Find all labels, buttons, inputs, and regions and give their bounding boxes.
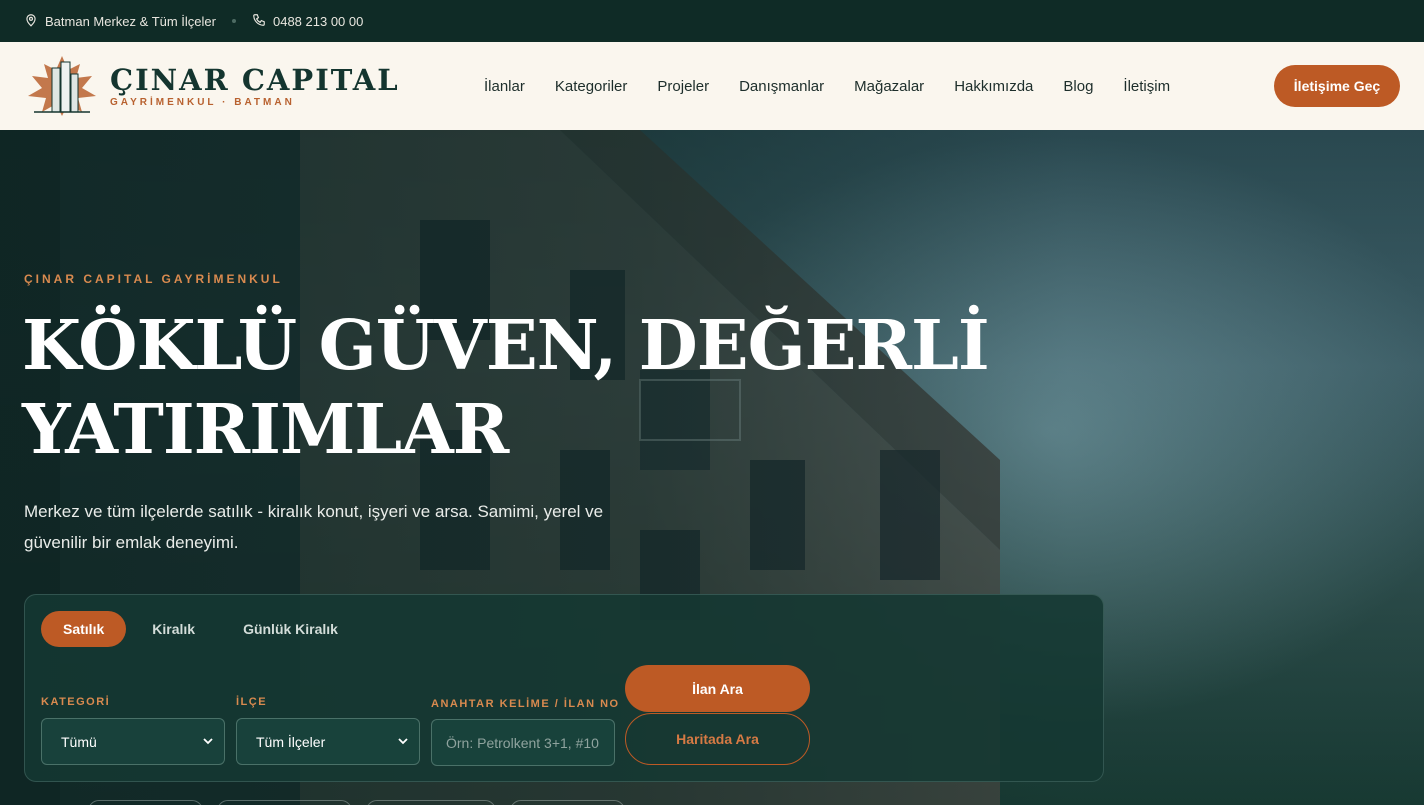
separator-dot bbox=[231, 19, 236, 23]
quick-filter-chips bbox=[88, 800, 625, 805]
hero-headline-line2: YATIRIMLAR bbox=[22, 390, 509, 470]
location-text: Batman Merkez & Tüm İlçeler bbox=[45, 13, 216, 29]
tab-gunluk-kiralik[interactable]: Günlük Kiralık bbox=[221, 611, 360, 647]
hero-lead: Merkez ve tüm ilçelerde satılık - kiralı… bbox=[24, 502, 604, 552]
nav-danismanlar[interactable]: Danışmanlar bbox=[739, 78, 824, 95]
site-header: ÇINAR CAPITAL GAYRİMENKUL · BATMAN İlanl… bbox=[0, 42, 1424, 130]
top-info-bar: Batman Merkez & Tüm İlçeler 0488 213 00 … bbox=[0, 0, 1424, 42]
listing-type-tabs: Satılık Kiralık Günlük Kiralık bbox=[41, 611, 364, 647]
nav-magazalar[interactable]: Mağazalar bbox=[854, 78, 924, 95]
brand-tagline: GAYRİMENKUL · BATMAN bbox=[110, 97, 295, 108]
keyword-label: ANAHTAR KELİME / İLAN NO bbox=[431, 698, 620, 710]
category-label: KATEGORİ bbox=[41, 696, 111, 708]
nav-projeler[interactable]: Projeler bbox=[657, 78, 709, 95]
search-panel: Satılık Kiralık Günlük Kiralık KATEGORİ … bbox=[24, 594, 1104, 782]
search-listings-button[interactable]: İlan Ara bbox=[625, 665, 810, 712]
location-info: Batman Merkez & Tüm İlçeler bbox=[24, 13, 216, 30]
quick-filter-chip[interactable] bbox=[366, 800, 496, 805]
maple-leaf-building-icon bbox=[28, 56, 96, 116]
map-search-button[interactable]: Haritada Ara bbox=[625, 713, 810, 765]
category-value: Tümü bbox=[61, 733, 97, 750]
nav-hakkimizda[interactable]: Hakkımızda bbox=[954, 78, 1033, 95]
nav-ilanlar[interactable]: İlanlar bbox=[484, 78, 525, 95]
map-pin-icon bbox=[24, 13, 38, 30]
quick-filter-chip[interactable] bbox=[88, 800, 203, 805]
phone-info[interactable]: 0488 213 00 00 bbox=[252, 13, 363, 30]
tab-kiralik[interactable]: Kiralık bbox=[130, 611, 217, 647]
chevron-down-icon bbox=[398, 738, 408, 745]
nav-kategoriler[interactable]: Kategoriler bbox=[555, 78, 628, 95]
quick-filter-chip[interactable] bbox=[217, 800, 352, 805]
nav-blog[interactable]: Blog bbox=[1063, 78, 1093, 95]
nav-iletisim[interactable]: İletişim bbox=[1123, 78, 1170, 95]
main-nav: İlanlar Kategoriler Projeler Danışmanlar… bbox=[484, 42, 1200, 130]
chevron-down-icon bbox=[203, 738, 213, 745]
hero-eyebrow: ÇINAR CAPITAL GAYRİMENKUL bbox=[24, 272, 283, 286]
district-value: Tüm İlçeler bbox=[256, 733, 326, 750]
phone-text[interactable]: 0488 213 00 00 bbox=[273, 14, 363, 29]
category-select[interactable]: Tümü bbox=[41, 718, 225, 765]
brand-name: ÇINAR CAPITAL bbox=[110, 63, 400, 97]
quick-filter-chip[interactable] bbox=[510, 800, 625, 805]
hero-section: ÇINAR CAPITAL GAYRİMENKUL KÖKLÜ GÜVEN, D… bbox=[0, 130, 1424, 805]
contact-cta-button[interactable]: İletişime Geç bbox=[1274, 65, 1400, 107]
district-select[interactable]: Tüm İlçeler bbox=[236, 718, 420, 765]
hero-headline-line1: KÖKLÜ GÜVEN, DEĞERLİ bbox=[22, 306, 990, 386]
brand-logo[interactable]: ÇINAR CAPITAL GAYRİMENKUL · BATMAN bbox=[24, 54, 400, 118]
phone-icon bbox=[252, 13, 266, 30]
hero-headline: KÖKLÜ GÜVEN, DEĞERLİ YATIRIMLAR bbox=[22, 304, 1022, 472]
tab-satilik[interactable]: Satılık bbox=[41, 611, 127, 647]
district-label: İLÇE bbox=[236, 696, 268, 708]
keyword-input[interactable]: Örn: Petrolkent 3+1, #10 bbox=[431, 719, 615, 766]
